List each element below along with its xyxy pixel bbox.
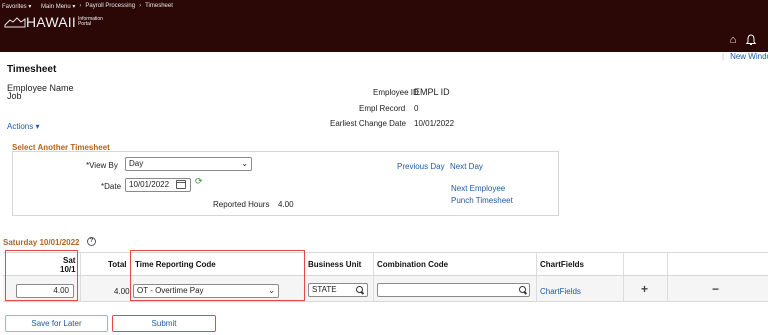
notification-bell-icon[interactable]: [745, 34, 757, 46]
breadcrumb-payroll-processing[interactable]: Payroll Processing: [85, 3, 135, 9]
logo-text: HAWAII: [26, 14, 76, 30]
column-divider: [80, 252, 81, 302]
view-by-label: *View By: [86, 161, 118, 170]
column-divider: [623, 252, 624, 302]
combination-code-search-icon[interactable]: [519, 286, 527, 294]
island-logo-icon: [4, 17, 26, 28]
column-header-total: Total: [108, 260, 127, 269]
breadcrumb-main-menu[interactable]: Main Menu ▾: [41, 3, 75, 10]
job-title: Job: [7, 91, 22, 101]
refresh-icon[interactable]: ⟳: [195, 176, 203, 187]
top-banner: Favorites ▾ Main Menu ▾ › Payroll Proces…: [0, 0, 768, 52]
column-divider: [667, 252, 668, 302]
divider: |: [722, 52, 725, 61]
business-unit-search-icon[interactable]: [356, 286, 364, 294]
date-label: *Date: [101, 182, 122, 191]
breadcrumb-separator: [35, 3, 37, 9]
combination-code-input[interactable]: [377, 283, 530, 297]
earliest-change-date-value: 10/01/2022: [414, 119, 455, 128]
chevron-down-icon: ⌄: [241, 159, 248, 168]
remove-row-icon[interactable]: −: [712, 283, 719, 295]
employee-id-label: Employee ID: [373, 88, 419, 97]
view-by-value: Day: [129, 159, 144, 168]
new-window-label[interactable]: New Windo: [730, 52, 768, 61]
day-title: Saturday 10/01/2022: [3, 238, 80, 247]
add-row-icon[interactable]: +: [641, 283, 648, 295]
submit-button[interactable]: Submit: [112, 315, 216, 332]
breadcrumb-separator: ›: [139, 3, 142, 9]
reported-hours-label: Reported Hours: [213, 200, 270, 209]
help-icon[interactable]: ?: [87, 237, 96, 246]
breadcrumb-favorites[interactable]: Favorites ▾: [2, 3, 31, 10]
column-divider: [373, 252, 374, 302]
row-total: 4.00: [114, 287, 130, 296]
breadcrumb-separator: ›: [79, 3, 82, 9]
highlight-trc-column: [130, 250, 305, 301]
business-unit-value: STATE: [312, 285, 337, 294]
page-title: Timesheet: [7, 64, 57, 75]
next-employee-link[interactable]: Next Employee: [451, 184, 505, 193]
reported-hours-value: 4.00: [278, 200, 294, 209]
breadcrumb: Favorites ▾ Main Menu ▾ › Payroll Proces…: [2, 1, 173, 11]
breadcrumb-timesheet[interactable]: Timesheet: [145, 3, 173, 9]
column-header-combination-code: Combination Code: [377, 260, 449, 269]
new-window-link[interactable]: | New Windo: [722, 52, 768, 61]
chartfields-link[interactable]: ChartFields: [540, 287, 581, 296]
column-header-chartfields: ChartFields: [540, 260, 585, 269]
previous-day-link[interactable]: Previous Day: [397, 162, 445, 171]
earliest-change-date-label: Earliest Change Date: [330, 119, 407, 128]
punch-timesheet-link[interactable]: Punch Timesheet: [451, 196, 513, 205]
view-by-select[interactable]: Day ⌄: [125, 157, 252, 171]
logo-subtext: Information Portal: [77, 16, 103, 27]
employee-id-row: Employee ID: [373, 88, 419, 97]
actions-menu[interactable]: Actions ▾: [7, 122, 39, 131]
calendar-icon[interactable]: [176, 180, 186, 189]
empl-record-label: Empl Record: [359, 104, 406, 113]
highlight-hours-column: [5, 250, 78, 301]
save-for-later-button[interactable]: Save for Later: [5, 315, 108, 332]
next-day-link[interactable]: Next Day: [450, 162, 483, 171]
home-icon[interactable]: ⌂: [727, 34, 739, 46]
column-header-business-unit: Business Unit: [308, 260, 362, 269]
column-divider: [536, 252, 537, 302]
hawaii-logo[interactable]: HAWAII Information Portal: [4, 14, 108, 30]
employee-id-value: EMPL ID: [414, 87, 450, 97]
empl-record-value: 0: [414, 104, 419, 113]
